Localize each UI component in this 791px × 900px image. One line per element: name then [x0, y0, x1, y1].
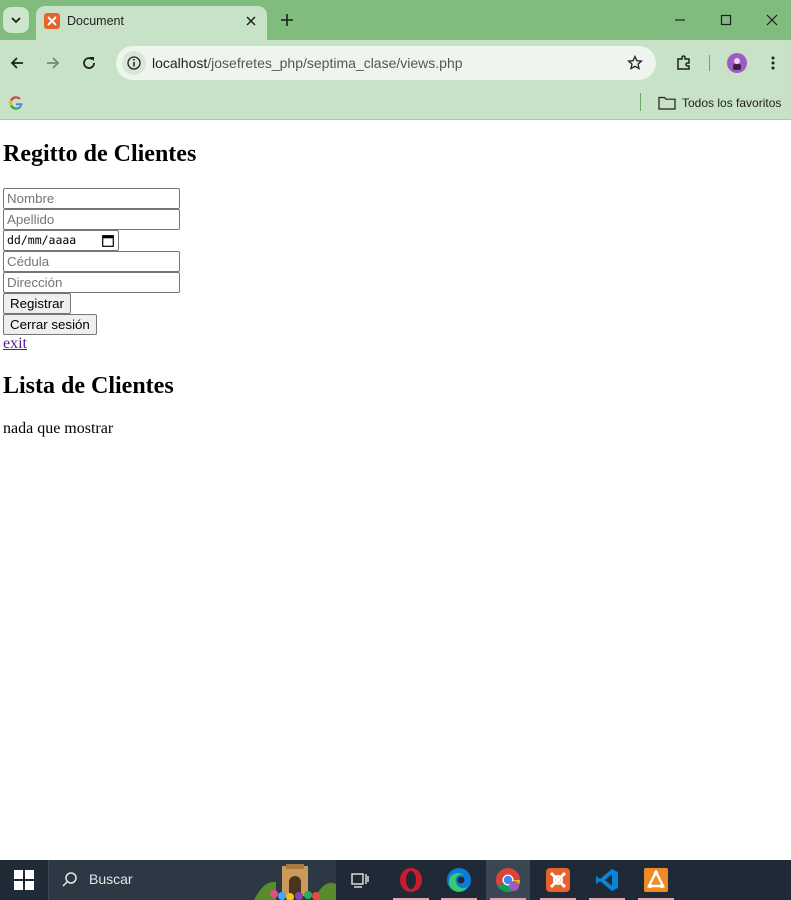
- taskbar-chrome[interactable]: [486, 860, 530, 900]
- taskbar-sublime-merge[interactable]: [634, 860, 678, 900]
- xampp-icon: [546, 868, 570, 892]
- close-window-button[interactable]: [760, 8, 784, 32]
- edge-icon: [447, 868, 471, 892]
- xampp-favicon-icon: [44, 13, 60, 29]
- empty-list-message: nada que mostrar: [3, 420, 114, 437]
- task-view-icon: [351, 873, 369, 888]
- sublime-merge-icon: [644, 868, 668, 892]
- direccion-input[interactable]: [3, 272, 180, 293]
- tab-document[interactable]: Document: [36, 6, 267, 40]
- arrow-right-icon: [47, 57, 60, 69]
- address-bar[interactable]: localhost/josefretes_php/septima_clase/v…: [116, 46, 656, 80]
- search-icon: [62, 872, 77, 887]
- page-content: Regitto de Clientes dd/mm/aaaa Registrar…: [0, 121, 791, 860]
- bookmarks-separator: [640, 93, 641, 111]
- browser-titlebar: Document: [0, 0, 791, 40]
- task-view-button[interactable]: [338, 860, 382, 900]
- taskbar-xampp[interactable]: [536, 860, 580, 900]
- exit-link[interactable]: exit: [3, 335, 27, 353]
- forward-button[interactable]: [41, 51, 65, 75]
- calendar-icon[interactable]: [102, 234, 114, 247]
- new-tab-button[interactable]: [277, 10, 297, 30]
- reload-button[interactable]: [77, 51, 101, 75]
- profile-button[interactable]: [725, 51, 749, 75]
- vscode-icon: [596, 869, 618, 891]
- back-button[interactable]: [5, 51, 29, 75]
- date-placeholder: dd/mm/aaaa: [7, 233, 77, 247]
- maximize-icon: [720, 14, 732, 26]
- windows-taskbar: Buscar: [0, 860, 791, 900]
- minimize-icon: [675, 19, 685, 21]
- taskbar-search[interactable]: Buscar: [48, 860, 336, 900]
- search-label: Buscar: [89, 871, 133, 887]
- chevron-down-icon: [11, 17, 21, 24]
- toolbar-divider: [709, 55, 710, 71]
- chrome-icon: [496, 868, 520, 893]
- folder-icon: [658, 96, 676, 110]
- search-highlight-illustration-icon: [254, 864, 336, 900]
- site-info-button[interactable]: [122, 51, 146, 75]
- tab-search-button[interactable]: [3, 7, 29, 33]
- menu-button[interactable]: [761, 51, 785, 75]
- bookmarks-bar: Todos los favoritos: [0, 86, 791, 120]
- arrow-left-icon: [10, 57, 23, 69]
- maximize-button[interactable]: [714, 8, 738, 32]
- taskbar-opera[interactable]: [389, 860, 433, 900]
- reload-icon: [83, 57, 95, 69]
- bookmark-star-icon[interactable]: [626, 54, 644, 72]
- more-vertical-icon: [771, 56, 775, 70]
- opera-icon: [400, 868, 422, 892]
- logout-button[interactable]: Cerrar sesión: [3, 314, 97, 335]
- list-heading: Lista de Clientes: [3, 373, 174, 399]
- all-bookmarks-folder[interactable]: Todos los favoritos: [658, 93, 781, 113]
- tab-title: Document: [67, 14, 124, 28]
- apellido-input[interactable]: [3, 209, 180, 230]
- windows-start-icon[interactable]: [14, 870, 34, 890]
- url-path: /josefretes_php/septima_clase/views.php: [207, 55, 463, 71]
- register-button[interactable]: Registrar: [3, 293, 71, 314]
- register-heading: Regitto de Clientes: [3, 141, 197, 167]
- plus-icon: [281, 14, 293, 26]
- date-input[interactable]: dd/mm/aaaa: [3, 230, 119, 251]
- taskbar-vscode[interactable]: [585, 860, 629, 900]
- nombre-input[interactable]: [3, 188, 180, 209]
- minimize-button[interactable]: [668, 8, 692, 32]
- close-tab-icon[interactable]: [243, 13, 259, 29]
- avatar-icon: [727, 53, 747, 73]
- google-icon[interactable]: [8, 95, 24, 111]
- url-host: localhost: [152, 55, 208, 71]
- url-text: localhost/josefretes_php/septima_clase/v…: [152, 55, 463, 71]
- info-icon: [127, 56, 141, 70]
- cedula-input[interactable]: [3, 251, 180, 272]
- taskbar-edge[interactable]: [437, 860, 481, 900]
- close-icon: [766, 14, 778, 26]
- all-bookmarks-label: Todos los favoritos: [682, 96, 782, 110]
- puzzle-icon: [677, 55, 690, 70]
- extensions-button[interactable]: [672, 51, 696, 75]
- browser-toolbar: localhost/josefretes_php/septima_clase/v…: [0, 40, 791, 86]
